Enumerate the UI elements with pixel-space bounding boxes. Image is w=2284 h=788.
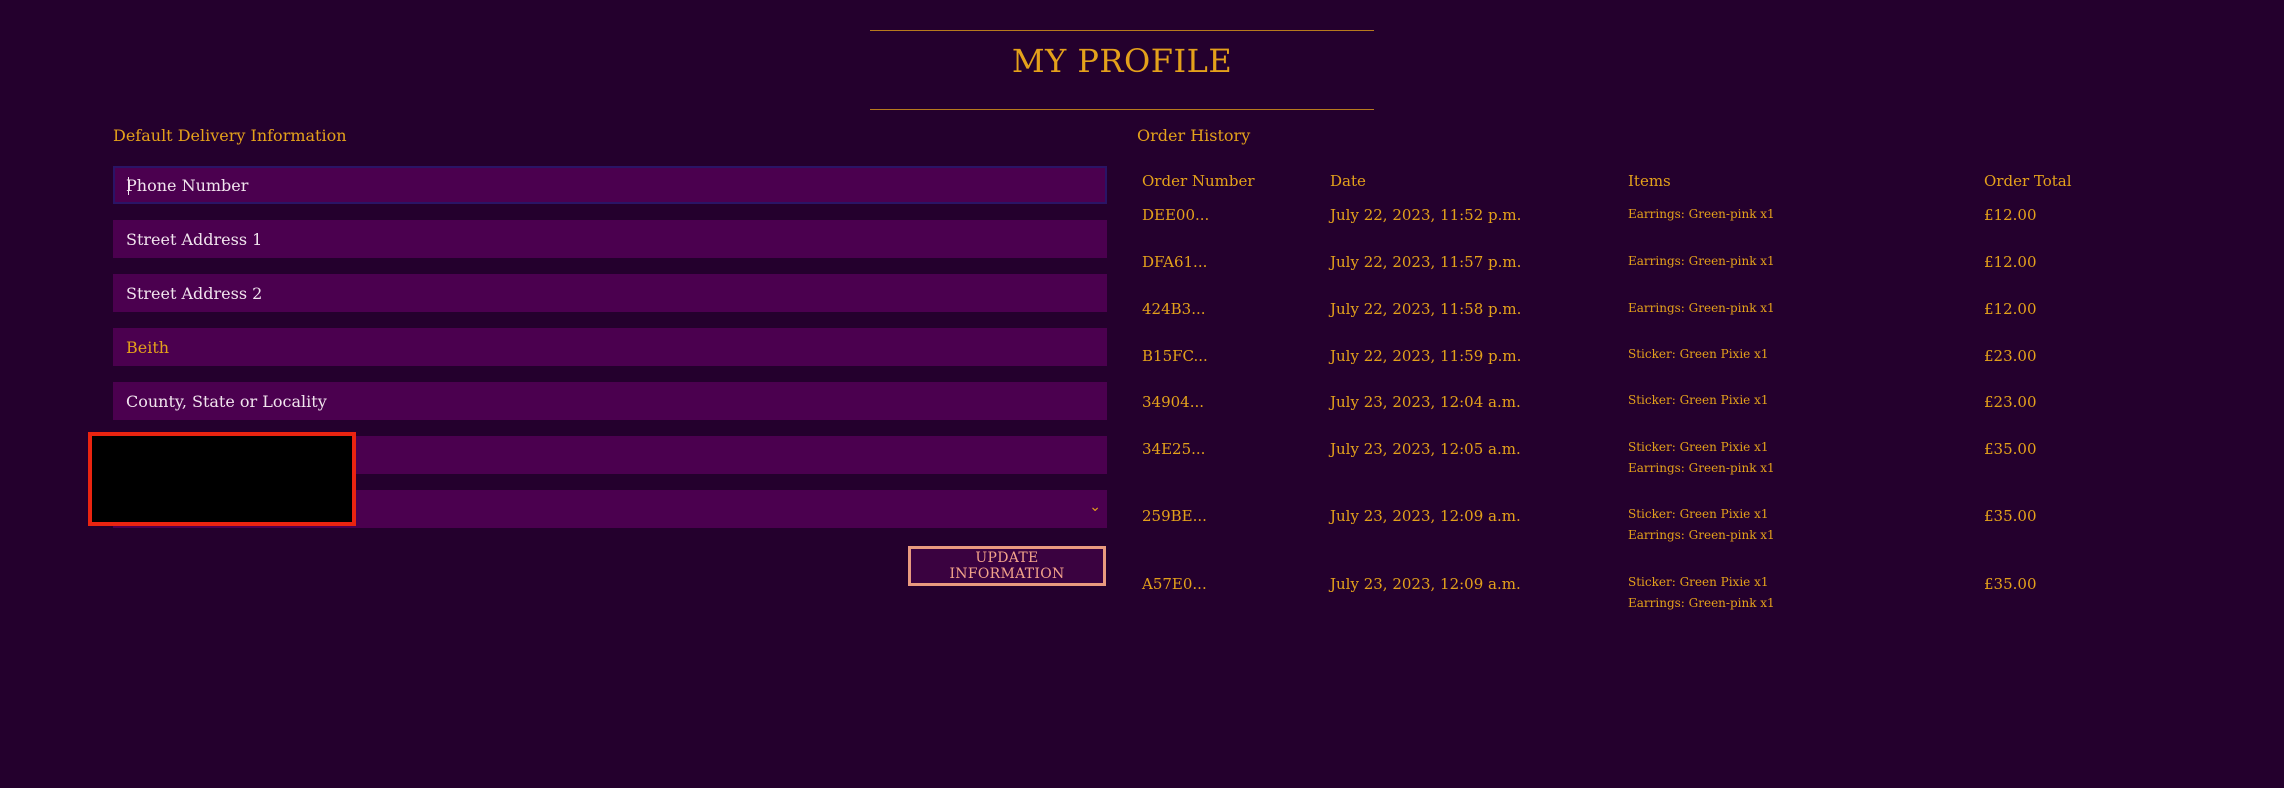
column-header-items: Items: [1628, 172, 1671, 190]
order-items-cell: Sticker: Green Pixie x1: [1628, 344, 1768, 365]
order-date-cell: July 22, 2023, 11:57 p.m.: [1330, 253, 1522, 271]
order-date-cell: July 23, 2023, 12:09 a.m.: [1330, 575, 1521, 593]
order-number-cell: 259BE...: [1142, 507, 1207, 525]
order-items-cell: Earrings: Green-pink x1: [1628, 251, 1775, 272]
order-total-cell: £12.00: [1984, 253, 2037, 271]
order-item: Sticker: Green Pixie x1: [1628, 393, 1769, 407]
redaction-box: [88, 432, 356, 526]
order-item: Sticker: Green Pixie x1: [1628, 507, 1769, 521]
order-item: Earrings: Green-pink x1: [1628, 528, 1775, 542]
order-date-cell: July 23, 2023, 12:04 a.m.: [1330, 393, 1521, 411]
title-rule-bottom: [870, 109, 1374, 110]
order-number-cell: 34E25...: [1142, 440, 1206, 458]
order-item: Sticker: Green Pixie x1: [1628, 575, 1769, 589]
order-item: Earrings: Green-pink x1: [1628, 254, 1775, 268]
order-history-heading: Order History: [1137, 126, 1251, 145]
order-number-cell: 34904...: [1142, 393, 1205, 411]
order-items-cell: Earrings: Green-pink x1: [1628, 204, 1775, 225]
order-date-cell: July 23, 2023, 12:09 a.m.: [1330, 507, 1521, 525]
order-item: Earrings: Green-pink x1: [1628, 596, 1775, 610]
order-items-cell: Sticker: Green Pixie x1 Earrings: Green-…: [1628, 504, 1775, 546]
profile-page: MY PROFILE Default Delivery Information …: [0, 0, 2284, 788]
town-input[interactable]: [126, 337, 1107, 357]
order-item: Earrings: Green-pink x1: [1628, 461, 1775, 475]
update-information-button[interactable]: UPDATE INFORMATION: [908, 546, 1106, 586]
order-number-cell: DFA61...: [1142, 253, 1208, 271]
order-total-cell: £12.00: [1984, 300, 2037, 318]
order-date-cell: July 23, 2023, 12:05 a.m.: [1330, 440, 1521, 458]
order-item: Earrings: Green-pink x1: [1628, 207, 1775, 221]
county-field[interactable]: [113, 382, 1107, 420]
order-item: Earrings: Green-pink x1: [1628, 301, 1775, 315]
order-number-cell: B15FC...: [1142, 347, 1208, 365]
order-number-cell: A57E0...: [1142, 575, 1207, 593]
order-item: Sticker: Green Pixie x1: [1628, 347, 1769, 361]
order-total-cell: £35.00: [1984, 440, 2037, 458]
order-items-cell: Sticker: Green Pixie x1 Earrings: Green-…: [1628, 572, 1775, 614]
order-total-cell: £23.00: [1984, 347, 2037, 365]
column-header-order-total: Order Total: [1984, 172, 2072, 190]
order-total-cell: £23.00: [1984, 393, 2037, 411]
text-caret: [128, 177, 129, 195]
order-items-cell: Sticker: Green Pixie x1 Earrings: Green-…: [1628, 437, 1775, 479]
street-address-1-input[interactable]: [126, 229, 1107, 249]
order-items-cell: Earrings: Green-pink x1: [1628, 298, 1775, 319]
page-title: MY PROFILE: [1011, 42, 1233, 80]
street-address-2-field[interactable]: [113, 274, 1107, 312]
phone-field[interactable]: [113, 166, 1107, 204]
column-header-order-number: Order Number: [1142, 172, 1255, 190]
county-input[interactable]: [126, 391, 1107, 411]
order-date-cell: July 22, 2023, 11:59 p.m.: [1330, 347, 1522, 365]
order-date-cell: July 22, 2023, 11:52 p.m.: [1330, 206, 1522, 224]
column-header-date: Date: [1330, 172, 1366, 190]
delivery-heading: Default Delivery Information: [113, 126, 347, 145]
order-total-cell: £12.00: [1984, 206, 2037, 224]
order-total-cell: £35.00: [1984, 507, 2037, 525]
title-rule-top: [870, 30, 1374, 31]
order-items-cell: Sticker: Green Pixie x1: [1628, 390, 1768, 411]
town-field[interactable]: [113, 328, 1107, 366]
street-address-1-field[interactable]: [113, 220, 1107, 258]
order-number-cell: 424B3...: [1142, 300, 1206, 318]
order-number-cell: DEE00...: [1142, 206, 1210, 224]
street-address-2-input[interactable]: [126, 283, 1107, 303]
order-total-cell: £35.00: [1984, 575, 2037, 593]
order-date-cell: July 22, 2023, 11:58 p.m.: [1330, 300, 1522, 318]
chevron-down-icon: ⌄: [1089, 499, 1101, 515]
order-item: Sticker: Green Pixie x1: [1628, 440, 1769, 454]
phone-input[interactable]: [126, 175, 1105, 195]
